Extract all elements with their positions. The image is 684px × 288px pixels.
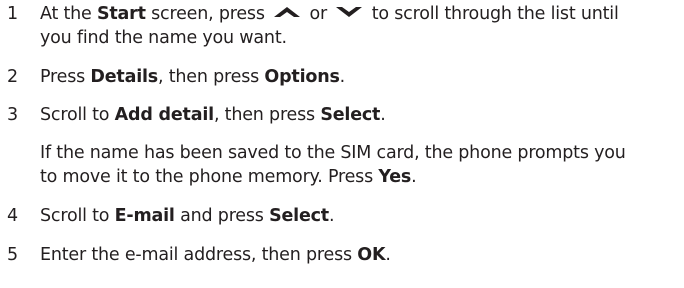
step-text-segment: and press	[174, 206, 270, 226]
step-number: 2	[7, 67, 18, 87]
step-text-segment: Press	[40, 67, 91, 87]
softkey-label-start: Start	[96, 4, 146, 24]
step-text-segment: .	[385, 245, 391, 265]
step-note-text: to move it to the phone memory. Press Ye…	[40, 166, 417, 188]
step-text-segment: to move it to the phone memory. Press	[40, 167, 379, 187]
menu-label-add-detail: Add detail	[114, 105, 214, 125]
softkey-label-select: Select	[320, 105, 381, 125]
softkey-label-ok: OK	[357, 245, 386, 265]
step-text-segment: you find the name you want.	[40, 28, 287, 48]
step-text: Scroll to E-mail and press Select.	[40, 205, 335, 227]
step-text-segment: .	[411, 167, 417, 187]
step-text-segment: to scroll through the list until	[366, 4, 619, 24]
step-number: 3	[7, 105, 18, 125]
softkey-label-details: Details	[90, 67, 159, 87]
step-note-text: If the name has been saved to the SIM ca…	[40, 143, 626, 163]
step-number: 5	[7, 245, 18, 265]
step-text-segment: Scroll to	[40, 105, 115, 125]
step-text-segment: .	[339, 67, 346, 87]
softkey-label-select: Select	[269, 206, 329, 226]
step-text-segment: screen, press	[145, 4, 271, 24]
scroll-down-key-icon	[336, 7, 363, 17]
softkey-label-yes: Yes	[378, 167, 412, 187]
step-text-segment: Enter the e-mail address, then press	[40, 245, 358, 265]
step-text-segment: , then press	[213, 105, 321, 125]
step-text: Scroll to Add detail, then press Select.	[40, 104, 386, 126]
step-text: Enter the e-mail address, then press OK.	[40, 244, 391, 266]
step-text-segment: .	[380, 105, 386, 125]
step-text-segment: or	[304, 4, 333, 24]
softkey-label-options: Options	[264, 67, 340, 87]
step-text-segment: At the	[40, 4, 97, 24]
step-text-segment: .	[328, 206, 335, 226]
step-text: Press Details, then press Options.	[40, 66, 345, 88]
menu-label-e-mail: E-mail	[114, 206, 175, 226]
scroll-up-key-icon	[274, 7, 301, 17]
step-text: At the Start screen, press or to scroll …	[40, 3, 619, 25]
step-number: 4	[7, 206, 18, 226]
step-text-segment: , then press	[158, 67, 265, 87]
step-text-segment: Scroll to	[40, 206, 115, 226]
step-number: 1	[7, 4, 18, 24]
